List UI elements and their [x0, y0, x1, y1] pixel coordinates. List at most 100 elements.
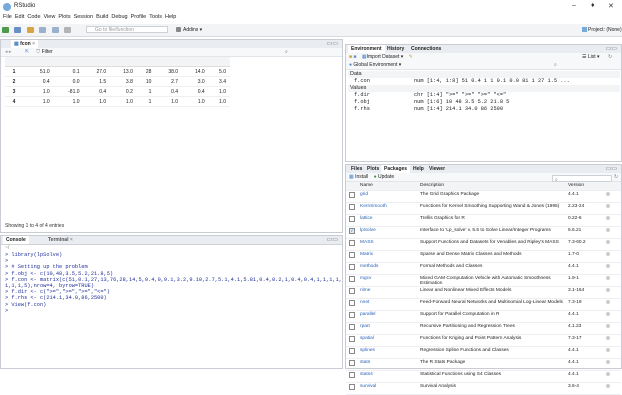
package-checkbox[interactable] — [349, 384, 355, 390]
update-button[interactable]: ● Update — [374, 174, 395, 180]
tab-history[interactable]: History — [384, 45, 407, 53]
refresh-icon[interactable]: ↻ — [608, 53, 612, 61]
column-header[interactable] — [136, 57, 156, 67]
remove-package-icon[interactable] — [606, 240, 610, 244]
tab-console[interactable]: Console — [3, 236, 29, 244]
package-name-link[interactable]: lattice — [358, 214, 420, 227]
menu-view[interactable]: View — [44, 14, 56, 20]
package-checkbox[interactable] — [349, 348, 355, 354]
package-name-link[interactable]: rpart — [358, 322, 420, 335]
package-name-link[interactable]: Matrix — [358, 250, 420, 263]
new-project-icon[interactable] — [14, 27, 22, 33]
tab-terminal[interactable]: Terminal × — [45, 236, 76, 244]
package-name-link[interactable]: KernSmooth — [358, 202, 420, 215]
menu-help[interactable]: Help — [165, 14, 176, 20]
environment-row[interactable]: f.con num [1:4, 1:8] 51 0.4 1 1 0.1 0.9 8… — [348, 78, 570, 85]
tab-close-icon[interactable]: × — [70, 237, 73, 243]
broom-icon[interactable]: ✎ — [409, 54, 413, 60]
save-all-icon[interactable] — [51, 27, 59, 33]
tab-connections[interactable]: Connections — [408, 45, 444, 53]
pane-minmax-icon[interactable]: ▭▭ — [606, 45, 617, 52]
popout-icon[interactable]: ⇱ — [25, 49, 29, 55]
package-name-link[interactable]: splines — [358, 346, 420, 359]
package-checkbox[interactable] — [349, 360, 355, 366]
package-name-link[interactable]: parallel — [358, 310, 420, 323]
package-name-link[interactable]: survival — [358, 382, 420, 395]
back-icon[interactable]: ◂ — [5, 49, 8, 55]
package-checkbox[interactable] — [349, 372, 355, 378]
package-checkbox[interactable] — [349, 288, 355, 294]
package-checkbox[interactable] — [349, 324, 355, 330]
addins-dropdown[interactable]: Addins ▾ — [176, 27, 202, 33]
package-checkbox[interactable] — [349, 240, 355, 246]
menu-edit[interactable]: Edit — [15, 14, 24, 20]
column-header-name[interactable]: Name — [358, 182, 420, 191]
package-name-link[interactable]: MASS — [358, 238, 420, 251]
menu-build[interactable]: Build — [96, 14, 108, 20]
save-workspace-icon[interactable]: ■ — [353, 54, 356, 60]
remove-package-icon[interactable] — [606, 348, 610, 352]
package-checkbox[interactable] — [349, 336, 355, 342]
environment-row[interactable]: f.rhs num [1:4] 214.1 34.0 86 2500 — [348, 106, 509, 113]
package-name-link[interactable]: spatial — [358, 334, 420, 347]
menu-file[interactable]: File — [3, 14, 12, 20]
menu-debug[interactable]: Debug — [111, 14, 127, 20]
goto-file-input[interactable]: Go to file/function — [86, 26, 168, 33]
remove-package-icon[interactable] — [606, 216, 610, 220]
column-header[interactable] — [208, 57, 230, 67]
tab-plots[interactable]: Plots — [364, 165, 382, 173]
remove-package-icon[interactable] — [606, 372, 610, 376]
menu-profile[interactable]: Profile — [131, 14, 147, 20]
pane-minmax-icon[interactable]: ▭▭ — [327, 236, 338, 243]
menu-tools[interactable]: Tools — [149, 14, 162, 20]
remove-package-icon[interactable] — [606, 288, 610, 292]
tab-environment[interactable]: Environment — [348, 45, 385, 53]
list-view-dropdown[interactable]: ☰ List ▾ — [582, 53, 600, 61]
package-checkbox[interactable]: ✓ — [349, 228, 355, 234]
remove-package-icon[interactable] — [606, 276, 610, 280]
pane-minmax-icon[interactable]: ▭▭ — [606, 165, 617, 172]
search-icon[interactable]: ⌕ — [554, 61, 557, 69]
remove-package-icon[interactable] — [606, 360, 610, 364]
package-name-link[interactable]: grid — [358, 190, 420, 203]
column-header-version[interactable]: Version — [568, 182, 606, 191]
package-checkbox[interactable] — [349, 312, 355, 318]
maximize-icon[interactable]: ♦ — [591, 2, 595, 9]
package-name-link[interactable]: mgcv — [358, 274, 420, 287]
column-header-description[interactable]: Description — [420, 182, 568, 191]
menu-code[interactable]: Code — [27, 14, 40, 20]
column-header[interactable] — [53, 57, 84, 67]
import-dataset-button[interactable]: ▦Import Dataset ▾ — [362, 54, 405, 60]
remove-package-icon[interactable] — [606, 300, 610, 304]
save-icon[interactable] — [39, 27, 47, 33]
tab-packages[interactable]: Packages — [381, 165, 411, 173]
open-icon[interactable]: ■ — [349, 54, 352, 60]
open-file-icon[interactable] — [26, 27, 34, 33]
pane-minmax-icon[interactable]: ▭▭ — [327, 40, 338, 47]
column-header[interactable] — [110, 57, 137, 67]
package-checkbox[interactable] — [349, 264, 355, 270]
environment-row[interactable]: f.dir chr [1:4] ">=" ">=" ">=" "<=" — [348, 92, 509, 99]
package-checkbox[interactable] — [349, 192, 355, 198]
remove-package-icon[interactable] — [606, 204, 610, 208]
tab-viewer[interactable]: Viewer — [426, 165, 448, 173]
print-icon[interactable] — [63, 27, 71, 33]
column-header[interactable] — [83, 57, 111, 67]
refresh-icon[interactable]: ↻ — [614, 173, 618, 181]
tab-help[interactable]: Help — [410, 165, 427, 173]
forward-icon[interactable]: ▸ — [9, 49, 12, 55]
column-header[interactable] — [27, 57, 54, 67]
package-checkbox[interactable] — [349, 276, 355, 282]
package-checkbox[interactable] — [349, 300, 355, 306]
tab-close-icon[interactable]: × — [32, 41, 35, 47]
new-file-icon[interactable] — [2, 27, 9, 33]
search-icon[interactable]: ⌕ — [285, 48, 288, 56]
remove-package-icon[interactable] — [606, 312, 610, 316]
package-search-input[interactable]: ⌕ — [552, 175, 612, 183]
remove-package-icon[interactable] — [606, 252, 610, 256]
close-icon[interactable]: ✕ — [608, 2, 614, 10]
console-output[interactable]: > library(lpSolve) > > # Setting up the pr… — [5, 252, 343, 314]
tab-fcon[interactable]: ▦ fcon × — [11, 40, 38, 48]
minimize-icon[interactable]: – — [572, 2, 576, 9]
filter-icon[interactable]: ⛉ — [36, 49, 40, 55]
